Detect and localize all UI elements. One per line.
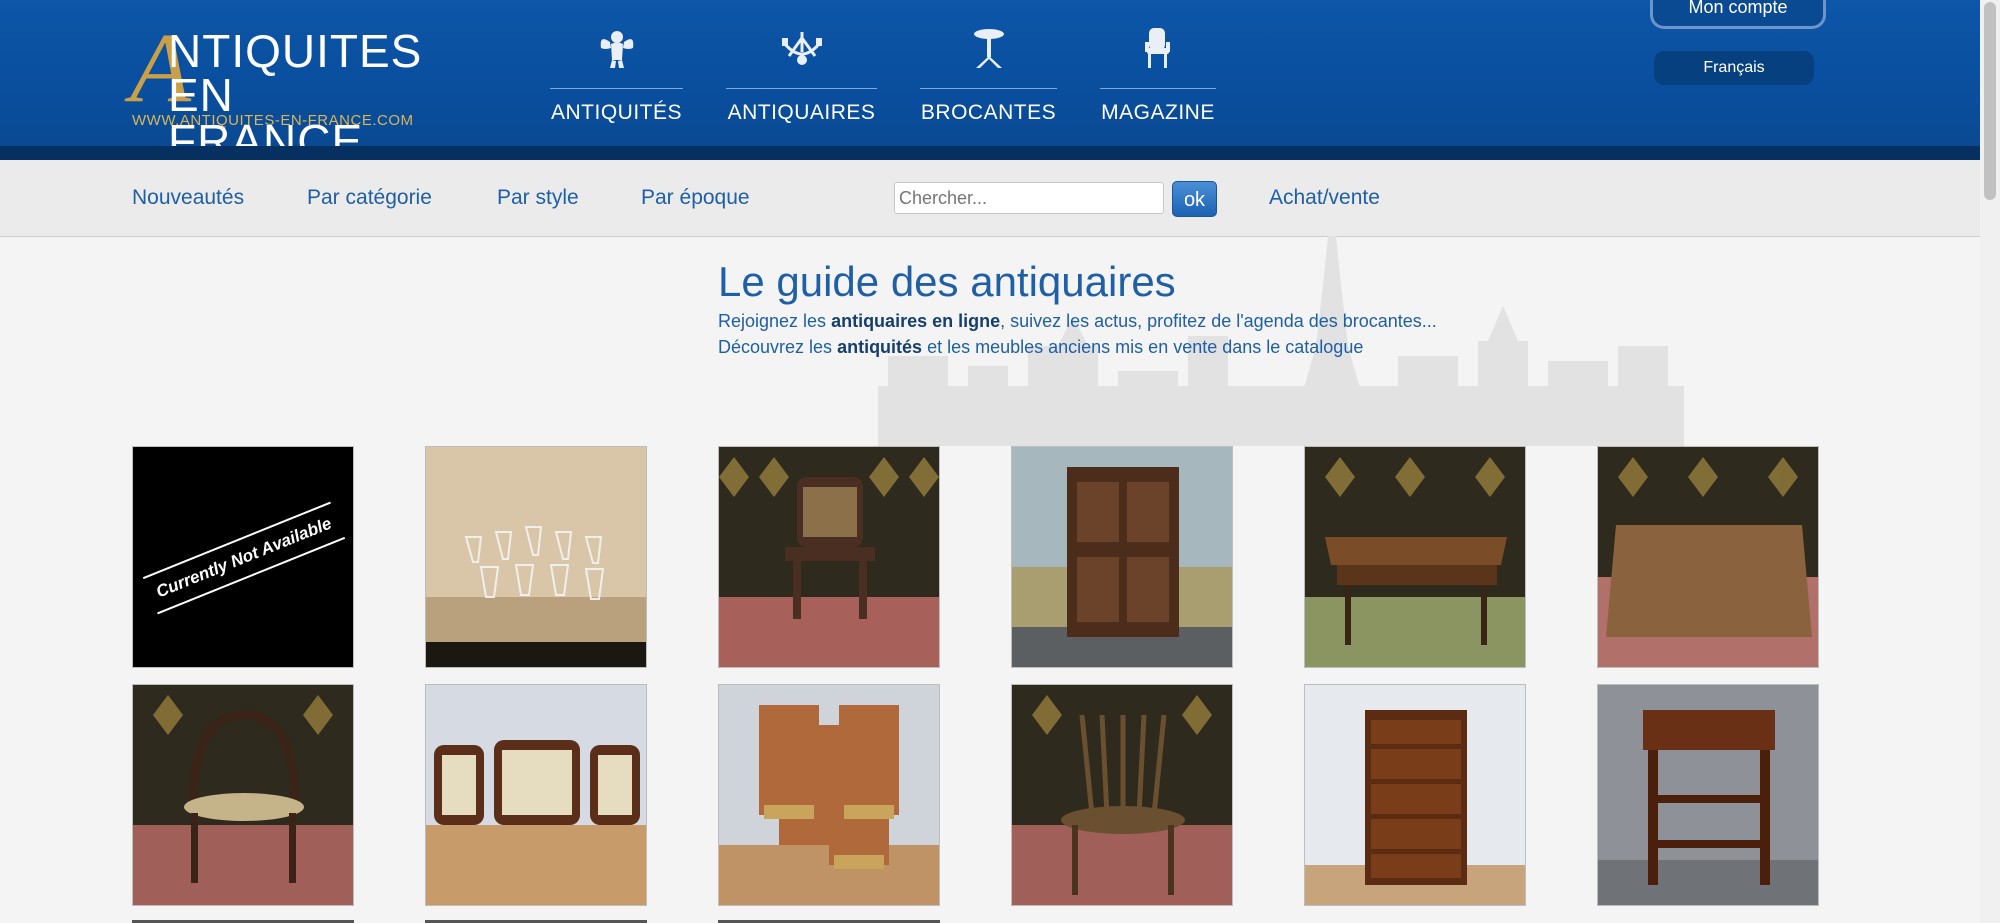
scrollbar-thumb[interactable] <box>1984 2 1996 200</box>
subnav-achat-vente[interactable]: Achat/vente <box>1269 186 1380 210</box>
chandelier-icon <box>726 20 877 70</box>
subnav-par-categorie[interactable]: Par catégorie <box>307 186 432 210</box>
search-ok-button[interactable]: ok <box>1172 181 1217 217</box>
cherub-icon <box>550 20 683 70</box>
subnav-par-style[interactable]: Par style <box>497 186 579 210</box>
hero-intro-line-2: Découvrez les antiquités et les meubles … <box>718 337 1363 358</box>
product-tile-living-room-set[interactable] <box>425 684 647 906</box>
subnav-par-epoque[interactable]: Par époque <box>641 186 750 210</box>
armchair-icon <box>1100 20 1216 70</box>
product-tile-oak-cupboard[interactable] <box>1011 446 1233 668</box>
language-selector[interactable]: Français <box>1654 51 1814 85</box>
nav-antiquites-label: ANTIQUITÉS <box>550 101 682 124</box>
page-title: Le guide des antiquaires <box>718 258 1176 305</box>
antiquites-link[interactable]: antiquités <box>837 337 922 357</box>
hero-line-2-post: et les meubles anciens mis en vente dans… <box>922 337 1364 357</box>
product-tile-unavailable[interactable]: Currently Not Available <box>132 446 354 668</box>
product-tile-side-cabinet[interactable] <box>1597 684 1819 906</box>
nav-magazine[interactable]: MAGAZINE <box>1100 20 1216 125</box>
logo-url: WWW.ANTIQUITES-EN-FRANCE.COM <box>132 112 414 129</box>
nav-antiquaires-label: ANTIQUAIRES <box>727 101 876 124</box>
product-tile-chest-of-drawers[interactable] <box>1304 684 1526 906</box>
nav-antiquaires[interactable]: ANTIQUAIRES <box>726 20 877 125</box>
product-tile-cane-chair[interactable] <box>718 446 940 668</box>
product-tile-writing-table[interactable] <box>1304 446 1526 668</box>
subnav-nouveautes[interactable]: Nouveautés <box>132 186 244 210</box>
nav-brocantes-label: BROCANTES <box>920 101 1057 124</box>
page-scrollbar[interactable] <box>1980 0 2000 923</box>
my-account-button[interactable]: Mon compte <box>1650 0 1826 29</box>
product-tile-rush-chairs[interactable] <box>718 684 940 906</box>
product-tile-windsor-chair[interactable] <box>1011 684 1233 906</box>
product-tile-square-table[interactable] <box>1597 446 1819 668</box>
header-strip <box>0 146 1980 160</box>
product-tile-bentwood-chair[interactable] <box>132 684 354 906</box>
hero-line-1-post: , suivez les actus, profitez de l'agenda… <box>1000 311 1437 331</box>
site-header: A NTIQUITES EN FRANCE WWW.ANTIQUITES-EN-… <box>0 0 1980 165</box>
nav-magazine-label: MAGAZINE <box>1101 101 1215 124</box>
hero-line-1-pre: Rejoignez les <box>718 311 832 331</box>
sub-navigation: Nouveautés Par catégorie Par style Par é… <box>0 160 1980 237</box>
product-tile-crystal-glasses[interactable] <box>425 446 647 668</box>
search-input[interactable] <box>894 182 1164 214</box>
nav-antiquites[interactable]: ANTIQUITÉS <box>550 20 683 125</box>
antiquaires-link[interactable]: antiquaires en ligne <box>831 311 1000 331</box>
hero-intro-line-1: Rejoignez les antiquaires en ligne, suiv… <box>718 311 1437 332</box>
pedestal-table-icon <box>920 20 1057 70</box>
logo-line-1: NTIQUITES <box>168 25 423 77</box>
hero-line-2-pre: Découvrez les <box>718 337 838 357</box>
nav-brocantes[interactable]: BROCANTES <box>920 20 1057 125</box>
site-logo[interactable]: A NTIQUITES EN FRANCE WWW.ANTIQUITES-EN-… <box>130 18 440 165</box>
